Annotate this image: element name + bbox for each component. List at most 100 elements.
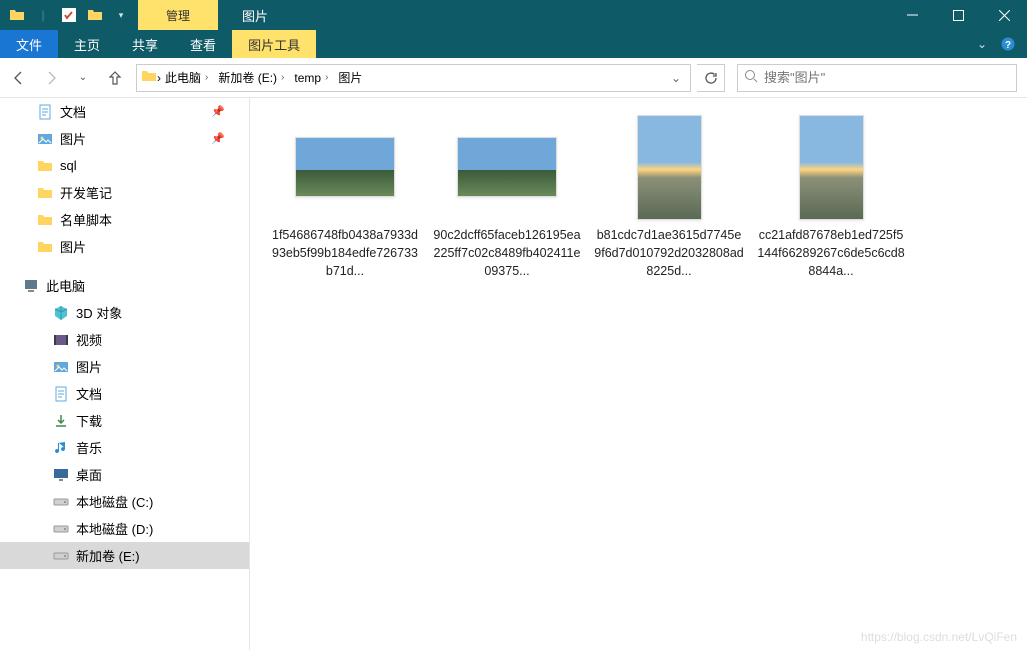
quick-access-toolbar: | ▾	[0, 4, 138, 26]
sidebar-item-label: 图片	[60, 129, 86, 148]
sidebar-item[interactable]: 桌面	[0, 461, 249, 488]
file-thumbnail	[290, 112, 400, 222]
sidebar-item-label: 图片	[60, 237, 86, 256]
window-title: 图片	[218, 6, 292, 25]
sidebar-item[interactable]: 图片	[0, 233, 249, 260]
pc-icon	[22, 277, 40, 295]
sidebar-item[interactable]: 图片	[0, 353, 249, 380]
file-item[interactable]: cc21afd87678eb1ed725f5144f66289267c6de5c…	[756, 112, 906, 280]
sidebar-item[interactable]: 名单脚本	[0, 206, 249, 233]
recent-dropdown[interactable]: ⌄	[68, 63, 98, 93]
maximize-button[interactable]	[935, 0, 981, 30]
properties-icon[interactable]	[58, 4, 80, 26]
back-button[interactable]	[4, 63, 34, 93]
forward-button[interactable]	[36, 63, 66, 93]
sidebar-item-label: 开发笔记	[60, 183, 112, 202]
sidebar-item-label: 文档	[60, 102, 86, 121]
up-button[interactable]	[100, 63, 130, 93]
manage-context-tab[interactable]: 管理	[138, 0, 218, 30]
doc-icon	[36, 103, 54, 121]
address-folder-icon	[141, 68, 157, 87]
folder-icon	[36, 184, 54, 202]
sidebar-item[interactable]: 图片 📌	[0, 125, 249, 152]
nav-toolbar: ⌄ › 此电脑› 新加卷 (E:)› temp› 图片 ⌄	[0, 58, 1027, 98]
breadcrumb-item[interactable]: temp›	[290, 65, 334, 91]
tab-picture-tools[interactable]: 图片工具	[232, 30, 316, 58]
sidebar-item-label: sql	[60, 158, 77, 173]
music-icon	[52, 439, 70, 457]
svg-text:?: ?	[1005, 40, 1011, 51]
download-icon	[52, 412, 70, 430]
breadcrumb-item[interactable]: 图片	[334, 65, 366, 91]
sidebar-item-label: 音乐	[76, 438, 102, 457]
sidebar-item[interactable]: 下载	[0, 407, 249, 434]
search-icon	[744, 69, 758, 86]
pic-icon	[52, 358, 70, 376]
navigation-pane[interactable]: 文档📌图片📌sql开发笔记名单脚本图片此电脑3D 对象视频图片文档下载音乐桌面本…	[0, 98, 250, 650]
search-box[interactable]	[737, 64, 1017, 92]
file-thumbnail	[614, 112, 724, 222]
sidebar-item[interactable]: 文档 📌	[0, 98, 249, 125]
sidebar-item[interactable]: 音乐	[0, 434, 249, 461]
sidebar-item-label: 文档	[76, 384, 102, 403]
address-bar[interactable]: › 此电脑› 新加卷 (E:)› temp› 图片 ⌄	[136, 64, 691, 92]
divider: |	[32, 4, 54, 26]
address-dropdown-icon[interactable]: ⌄	[666, 71, 686, 85]
doc-icon	[52, 385, 70, 403]
ribbon-expand-icon[interactable]: ⌄	[973, 35, 991, 53]
sidebar-item[interactable]: sql	[0, 152, 249, 179]
breadcrumb-item[interactable]: 新加卷 (E:)›	[214, 65, 290, 91]
sidebar-item[interactable]: 本地磁盘 (D:)	[0, 515, 249, 542]
breadcrumb-item[interactable]: 此电脑›	[161, 65, 214, 91]
file-item[interactable]: b81cdc7d1ae3615d7745e9f6d7d010792d203280…	[594, 112, 744, 280]
folder-icon[interactable]	[6, 4, 28, 26]
sidebar-item-pc[interactable]: 此电脑	[0, 272, 249, 299]
file-thumbnail	[776, 112, 886, 222]
file-item[interactable]: 90c2dcff65faceb126195ea225ff7c02c8489fb4…	[432, 112, 582, 280]
pin-icon: 📌	[211, 105, 225, 118]
qat-dropdown-icon[interactable]: ▾	[110, 4, 132, 26]
video-icon	[52, 331, 70, 349]
file-name: 1f54686748fb0438a7933d93eb5f99b184edfe72…	[270, 226, 420, 280]
file-name: b81cdc7d1ae3615d7745e9f6d7d010792d203280…	[594, 226, 744, 280]
sidebar-item[interactable]: 文档	[0, 380, 249, 407]
close-button[interactable]	[981, 0, 1027, 30]
disk-icon	[52, 520, 70, 538]
sidebar-item[interactable]: 新加卷 (E:)	[0, 542, 249, 569]
sidebar-item-label: 3D 对象	[76, 303, 122, 322]
sidebar-item[interactable]: 视频	[0, 326, 249, 353]
new-folder-icon[interactable]	[84, 4, 106, 26]
disk-icon	[52, 547, 70, 565]
refresh-button[interactable]	[697, 64, 725, 92]
3d-icon	[52, 304, 70, 322]
disk-icon	[52, 493, 70, 511]
sidebar-item[interactable]: 本地磁盘 (C:)	[0, 488, 249, 515]
tab-file[interactable]: 文件	[0, 30, 58, 58]
folder-icon	[36, 211, 54, 229]
tab-home[interactable]: 主页	[58, 30, 116, 58]
sidebar-item[interactable]: 开发笔记	[0, 179, 249, 206]
pin-icon: 📌	[211, 132, 225, 145]
sidebar-item-label: 图片	[76, 357, 102, 376]
help-icon[interactable]: ?	[999, 35, 1017, 53]
folder-icon	[36, 238, 54, 256]
sidebar-item-label: 名单脚本	[60, 210, 112, 229]
tab-view[interactable]: 查看	[174, 30, 232, 58]
file-thumbnail	[452, 112, 562, 222]
file-view[interactable]: 1f54686748fb0438a7933d93eb5f99b184edfe72…	[250, 98, 1027, 650]
ribbon-tabs: 文件 主页 共享 查看 图片工具 ⌄ ?	[0, 30, 1027, 58]
titlebar: | ▾ 管理 图片	[0, 0, 1027, 30]
sidebar-item-label: 下载	[76, 411, 102, 430]
file-item[interactable]: 1f54686748fb0438a7933d93eb5f99b184edfe72…	[270, 112, 420, 280]
sidebar-item-label: 新加卷 (E:)	[76, 546, 140, 565]
sidebar-item-label: 此电脑	[46, 276, 85, 295]
sidebar-item-label: 本地磁盘 (C:)	[76, 492, 153, 511]
sidebar-item-label: 桌面	[76, 465, 102, 484]
sidebar-item[interactable]: 3D 对象	[0, 299, 249, 326]
desktop-icon	[52, 466, 70, 484]
tab-share[interactable]: 共享	[116, 30, 174, 58]
search-input[interactable]	[764, 70, 1010, 85]
file-name: 90c2dcff65faceb126195ea225ff7c02c8489fb4…	[432, 226, 582, 280]
minimize-button[interactable]	[889, 0, 935, 30]
folder-icon	[36, 157, 54, 175]
